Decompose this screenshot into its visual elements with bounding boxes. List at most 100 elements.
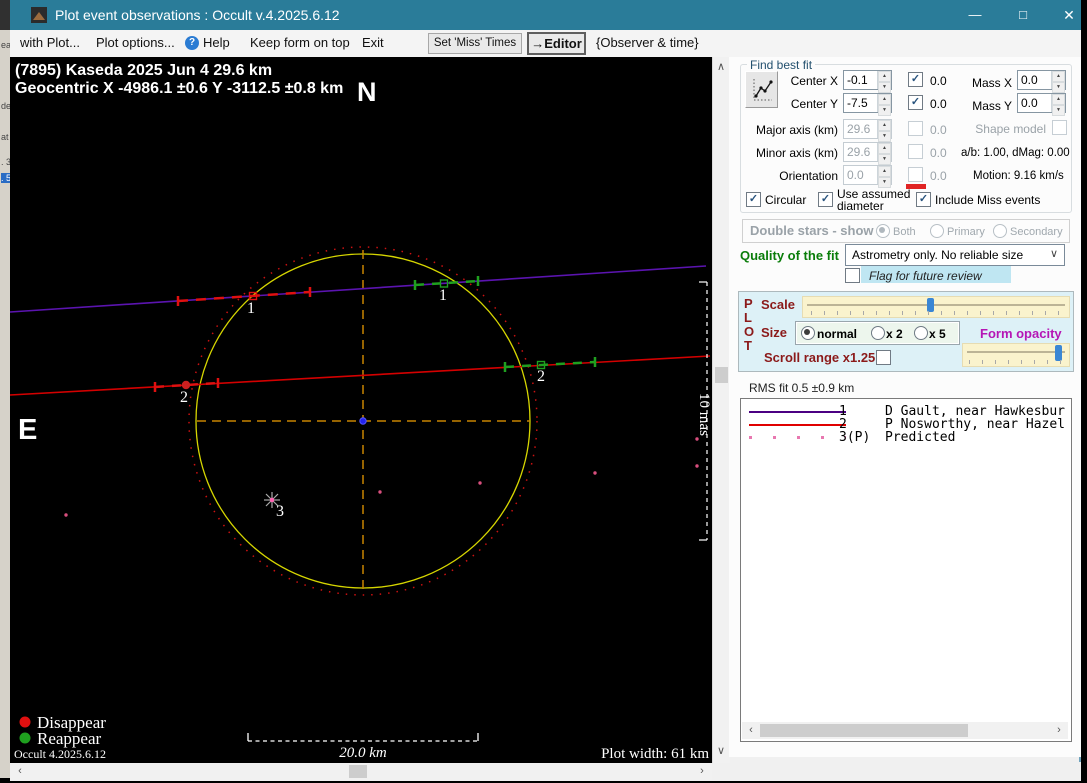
scroll-down-icon[interactable]: ∨ [714, 744, 728, 758]
plot-letter-o: O [744, 324, 754, 339]
spin-down-icon[interactable]: ▼ [1052, 82, 1065, 93]
list-scroll-thumb[interactable] [760, 724, 968, 737]
observer-list[interactable]: 1 D Gault, near Hawkesbur 2 P Nosworthy,… [740, 398, 1072, 742]
mass-x-value[interactable]: 0.0 [1018, 71, 1051, 89]
menu-plot-options[interactable]: Plot options... [96, 30, 175, 56]
double-stars-both-label: Both [893, 226, 916, 238]
size-x5-radio[interactable] [914, 326, 928, 340]
plot-vertical-scrollbar[interactable]: ∧ ∨ [712, 57, 730, 763]
center-y-fix-checkbox[interactable]: ✓ [908, 95, 923, 110]
spin-down-icon[interactable]: ▼ [1052, 105, 1065, 116]
center-y-uncertainty: 0.0 [930, 97, 947, 111]
double-stars-primary-label: Primary [947, 226, 985, 238]
scroll-range-checkbox[interactable] [876, 350, 891, 365]
size-normal-radio[interactable] [801, 326, 815, 340]
center-x-uncertainty: 0.0 [930, 74, 947, 88]
chord1-line-swatch [749, 411, 846, 413]
mass-y-spinner[interactable]: 0.0 ▲▼ [1017, 93, 1066, 113]
major-axis-spinner: 29.6 ▲▼ [843, 119, 892, 139]
reappear-legend-label: Reappear [37, 729, 102, 748]
form-opacity-thumb[interactable] [1055, 345, 1062, 361]
plot-letter-l: L [744, 310, 752, 325]
spin-down-icon[interactable]: ▼ [878, 82, 891, 93]
chord-3-predicted[interactable]: 3 [64, 437, 698, 520]
minimize-button[interactable]: — [951, 0, 999, 30]
menu-exit[interactable]: Exit [362, 30, 384, 56]
sliver-text: at [1, 132, 9, 142]
spin-up-icon[interactable]: ▲ [1052, 71, 1065, 82]
v-scroll-thumb[interactable] [715, 367, 728, 383]
chord-2[interactable]: 2 2 [10, 356, 710, 406]
menu-with-plot[interactable]: with Plot... [20, 30, 80, 56]
shape-model-label: Shape model [940, 122, 1046, 136]
editor-button[interactable]: →Editor [527, 32, 586, 55]
center-x-value[interactable]: -0.1 [844, 71, 877, 89]
maximize-button[interactable]: □ [999, 0, 1047, 30]
scroll-right-icon[interactable]: › [1052, 723, 1066, 737]
center-x-fix-checkbox[interactable]: ✓ [908, 72, 923, 87]
scroll-right-icon[interactable]: › [695, 764, 709, 778]
mass-x-label: Mass X [950, 76, 1012, 90]
find-best-fit-legend: Find best fit [747, 58, 815, 72]
titlebar[interactable]: Plot event observations : Occult v.4.202… [10, 0, 1081, 30]
observer-name: Predicted [885, 430, 955, 445]
center-y-label: Center Y [760, 97, 838, 111]
orientation-uncertainty: 0.0 [930, 169, 947, 183]
spin-down-icon[interactable]: ▼ [878, 105, 891, 116]
major-axis-value: 29.6 [844, 120, 877, 138]
motion-label: Motion: 9.16 km/s [973, 170, 1064, 182]
use-assumed-diameter-checkbox[interactable]: ✓ [818, 192, 833, 207]
scroll-left-icon[interactable]: ‹ [13, 764, 27, 778]
spin-up-icon: ▲ [878, 120, 891, 131]
window-title: Plot event observations : Occult v.4.202… [55, 0, 340, 30]
sliver-selected-row: . 5 [1, 173, 10, 183]
orientation-spinner: 0.0 ▲▼ [843, 165, 892, 185]
observer-list-scrollbar[interactable]: ‹ › [742, 722, 1068, 739]
occultation-plot[interactable]: (7895) Kaseda 2025 Jun 4 29.6 km Geocent… [10, 57, 712, 763]
orientation-value: 0.0 [844, 166, 877, 184]
mass-x-spinner[interactable]: 0.0 ▲▼ [1017, 70, 1066, 90]
ab-dmag-label: a/b: 1.00, dMag: 0.00 [961, 147, 1070, 159]
size-normal-label: normal [817, 327, 857, 341]
flag-review-checkbox[interactable] [845, 268, 860, 283]
close-button[interactable]: ✕ [1047, 0, 1087, 30]
app-icon [31, 7, 47, 23]
disappear-marker-2[interactable] [182, 381, 190, 389]
size-x2-radio[interactable] [871, 326, 885, 340]
circular-checkbox[interactable]: ✓ [746, 192, 761, 207]
scale-slider-thumb[interactable] [927, 298, 934, 312]
scroll-up-icon[interactable]: ∧ [714, 60, 728, 74]
help-icon[interactable]: ? [185, 36, 199, 50]
double-stars-secondary-label: Secondary [1010, 226, 1063, 238]
center-y-spinner[interactable]: -7.5 ▲▼ [843, 93, 892, 113]
set-miss-times-button[interactable]: Set 'Miss' Times [428, 33, 522, 54]
chord1-disappear-label: 1 [247, 300, 255, 317]
size-x2-label: x 2 [886, 327, 903, 341]
chord-1[interactable]: 1 1 [10, 266, 706, 317]
center-x-spinner[interactable]: -0.1 ▲▼ [843, 70, 892, 90]
spin-up-icon[interactable]: ▲ [1052, 94, 1065, 105]
mass-y-value[interactable]: 0.0 [1018, 94, 1051, 112]
menu-keep-form-on-top[interactable]: Keep form on top [250, 30, 350, 56]
form-opacity-slider[interactable] [962, 343, 1070, 367]
center-y-value[interactable]: -7.5 [844, 94, 877, 112]
chevron-down-icon[interactable]: ∨ [1050, 247, 1058, 260]
menu-help[interactable]: Help [203, 30, 230, 56]
spin-up-icon[interactable]: ▲ [878, 94, 891, 105]
disappear-legend-dot [20, 717, 31, 728]
use-assumed-label-2: diameter [837, 199, 884, 213]
minor-axis-fix-checkbox [908, 144, 923, 159]
chord3-label: 3 [276, 503, 284, 520]
scale-slider[interactable] [802, 296, 1070, 318]
h-scroll-thumb[interactable] [349, 765, 367, 778]
spin-up-icon[interactable]: ▲ [878, 71, 891, 82]
background-window-sliver: ea de at . 3 . 5 [0, 0, 10, 778]
quality-combobox[interactable]: Astrometry only. No reliable size ∨ [845, 244, 1065, 266]
sliver-text: . 3 [1, 157, 10, 167]
include-miss-events-label: Include Miss events [935, 193, 1040, 207]
scroll-left-icon[interactable]: ‹ [744, 723, 758, 737]
plot-horizontal-scrollbar[interactable]: ‹ › [10, 763, 712, 780]
orientation-label: Orientation [728, 169, 838, 183]
include-miss-events-checkbox[interactable]: ✓ [916, 192, 931, 207]
scale-bar: 20.0 km [248, 733, 478, 761]
